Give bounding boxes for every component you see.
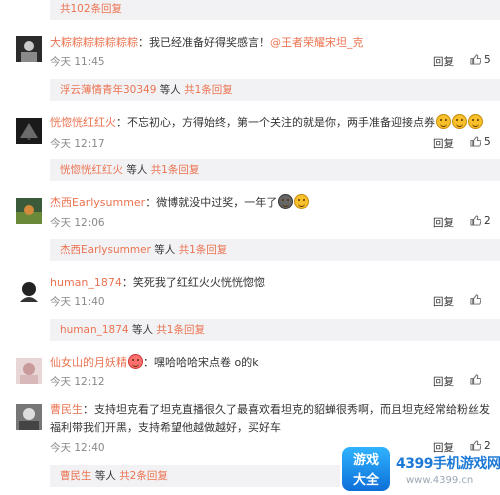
flower-emoji-icon [128,354,143,369]
like-button[interactable] [470,374,500,386]
username-link[interactable]: 恍惚恍红红火 [60,164,123,176]
username-link[interactable]: 恍惚恍红红火 [50,116,116,129]
comment-body: ：嘿哈哈哈宋点卷 o的k [143,356,259,369]
comment-body: ：我已经准备好得奖感言！ [138,36,270,49]
badge-line2: 大全 [352,473,379,488]
reply-summary-bar: 恍惚恍红红火 等人 共1条回复 [50,159,500,181]
avatar[interactable] [16,36,42,62]
view-replies-link[interactable]: 共1条回复 [151,164,200,176]
reply-summary-bar: 曹民生 等人 共2条回复 [50,465,340,487]
reply-etc-text: 等人 [128,324,157,336]
like-count: 5 [484,54,491,66]
avatar[interactable] [16,278,42,304]
username-link[interactable]: 曹民生 [60,470,92,482]
username-link[interactable]: 杰西Earlysummer [50,196,145,209]
game-badge-logo: 游戏 大全 [340,445,392,493]
view-replies-link[interactable]: 共102条回复 [60,3,122,15]
reply-button[interactable]: 回复 [433,136,454,151]
thumbs-up-icon [470,136,482,147]
timestamp: 今天 11:45 [50,56,105,68]
timestamp: 今天 12:12 [50,376,105,388]
reply-etc-text: 等人 [123,164,151,176]
reply-button[interactable]: 回复 [433,294,454,309]
watermark-title: 4399手机游戏网 [396,456,500,472]
avatar[interactable] [16,358,42,384]
comment-text: human_1874：笑死我了红红火火恍恍惚惚 [50,274,495,292]
username-link[interactable]: human_1874 [50,276,122,289]
comment-text: 仙女山的月妖精 ：嘿哈哈哈宋点卷 o的k [50,354,495,372]
reply-etc-text: 等人 [150,244,179,256]
comment-text: 恍惚恍红红火：不忘初心，方得始终，第一个关注的就是你，两手准备迎接点券 [50,114,495,132]
view-replies-link[interactable]: 共2条回复 [119,470,168,482]
site-watermark-logo: 游戏 大全 4399手机游戏网 www.4399.cn [340,445,500,495]
reply-summary-bar: 杰西Earlysummer 等人 共1条回复 [50,239,500,261]
comment-body: ：微博就没中过奖，一年了 [145,196,278,209]
thumbs-up-icon [470,215,482,226]
like-button[interactable]: 2 [470,215,500,227]
like-button[interactable]: 5 [470,136,500,148]
thumbs-up-icon [470,294,482,305]
reply-summary-bar: 共102条回复 [50,0,500,20]
comment-text: 曹民生：支持坦克看了坦克直播很久了最喜欢看坦克的貂蝉很秀啊，而且坦克经常给粉丝发… [50,401,492,437]
thumbs-up-icon [470,374,482,385]
like-button[interactable] [470,294,500,306]
timestamp: 今天 12:17 [50,138,105,150]
avatar[interactable]: ~ [16,118,42,144]
reply-button[interactable]: 回复 [433,374,454,389]
username-link[interactable]: 大粽粽粽粽粽粽粽 [50,36,138,49]
reply-etc-text: 等人 [91,470,120,482]
like-button[interactable]: 5 [470,54,500,66]
timestamp: 今天 11:40 [50,296,105,308]
like-count: 2 [484,215,491,227]
thumbs-up-icon [470,54,482,65]
reply-summary-bar: human_1874 等人 共1条回复 [50,319,500,341]
svg-text:~: ~ [27,137,31,143]
watermark-url: www.4399.cn [406,475,474,486]
view-replies-link[interactable]: 共1条回复 [184,84,233,96]
reply-button[interactable]: 回复 [433,54,454,69]
grin-emoji-icon [436,114,451,129]
view-replies-link[interactable]: 共1条回复 [179,244,228,256]
mention-link[interactable]: @王者荣耀宋坦_克 [270,36,364,49]
like-count: 5 [484,136,491,148]
comment-text: 杰西Earlysummer：微博就没中过奖，一年了 [50,194,495,212]
laugh-cry-emoji-icon [294,194,310,209]
username-link[interactable]: human_1874 [60,324,129,336]
avatar[interactable] [16,198,42,224]
username-link[interactable]: 仙女山的月妖精 [50,356,127,369]
view-replies-link[interactable]: 共1条回复 [156,324,205,336]
sad-emoji-icon [278,194,294,209]
grin-emoji-icon [452,114,467,129]
grin-emoji-icon [468,114,483,129]
comment-text: 大粽粽粽粽粽粽粽：我已经准备好得奖感言！@王者荣耀宋坦_克 [50,34,495,52]
timestamp: 今天 12:06 [50,217,105,229]
timestamp: 今天 12:40 [50,442,105,454]
username-link[interactable]: 浮云薄情青年30349 [60,84,156,96]
reply-etc-text: 等人 [156,84,185,96]
avatar[interactable] [16,404,42,430]
comment-body: ：支持坦克看了坦克直播很久了最喜欢看坦克的貂蝉很秀啊，而且坦克经常给粉丝发福利带… [50,403,490,434]
comment-body: ：不忘初心，方得始终，第一个关注的就是你，两手准备迎接点券 [116,116,435,129]
username-link[interactable]: 曹民生 [50,403,83,416]
badge-line1: 游戏 [352,453,379,468]
reply-button[interactable]: 回复 [433,215,454,230]
reply-summary-bar: 浮云薄情青年30349 等人 共1条回复 [50,79,500,101]
comment-body: ：笑死我了红红火火恍恍惚惚 [121,276,265,289]
username-link[interactable]: 杰西Earlysummer [60,244,151,256]
